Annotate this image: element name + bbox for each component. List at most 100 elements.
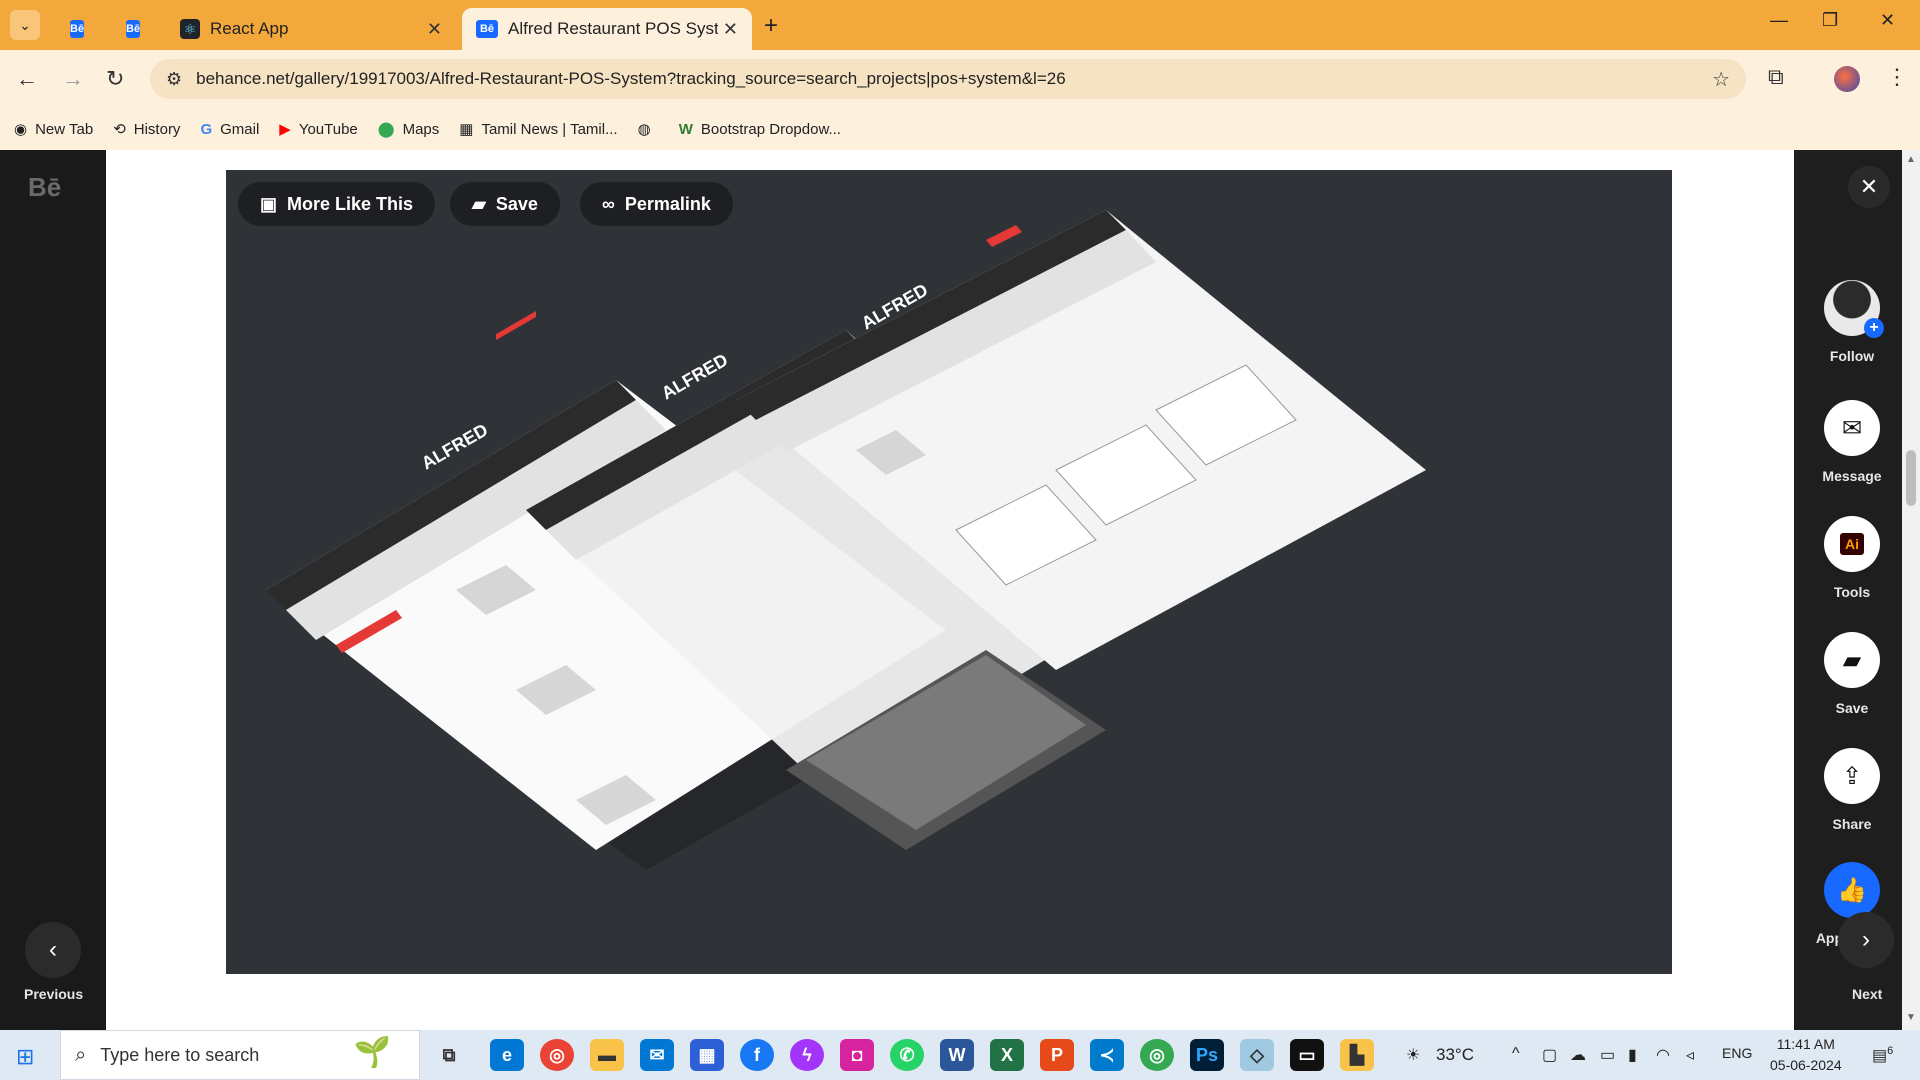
thumbs-up-icon[interactable]: 👍 (1824, 862, 1880, 918)
file-explorer-icon[interactable]: ▬ (590, 1039, 624, 1071)
bookmark-bootstrap[interactable]: W Bootstrap Dropdow... (679, 121, 841, 138)
system-clock[interactable]: 11:41 AM 05-06-2024 (1770, 1034, 1842, 1076)
plus-icon: + (1864, 318, 1884, 338)
page-scrollbar[interactable]: ▲ ▼ (1902, 150, 1920, 1030)
tab-alfred-pos[interactable]: Bē Alfred Restaurant POS System : ✕ (462, 8, 752, 50)
behance-icon: Bē (476, 20, 498, 38)
facebook-icon[interactable]: f (740, 1039, 774, 1071)
notification-icon[interactable]: ▤6 (1872, 1045, 1893, 1065)
globe-icon: ◉ (14, 121, 28, 138)
project-image: ▣ More Like This ▰ Save ∞ Permalink ALFR… (226, 170, 1672, 974)
behance-logo: Bē (28, 172, 62, 202)
instagram-icon[interactable]: ◘ (840, 1039, 874, 1071)
previous-label: Previous (24, 986, 84, 1002)
whatsapp-icon[interactable]: ✆ (890, 1039, 924, 1071)
chevron-left-icon: ‹ (49, 936, 57, 963)
windows-start-icon[interactable]: ⊞ (16, 1044, 34, 1070)
close-icon[interactable]: ✕ (723, 19, 738, 40)
site-info-icon[interactable]: ⚙ (166, 69, 182, 90)
task-view-icon[interactable]: ⧉ (432, 1039, 466, 1071)
language-indicator[interactable]: ENG (1722, 1045, 1752, 1061)
profile-avatar[interactable] (1834, 66, 1860, 92)
notes-icon[interactable]: ◇ (1240, 1039, 1274, 1071)
tools-action[interactable]: Ai Tools (1824, 516, 1880, 600)
vscode-icon[interactable]: ≺ (1090, 1039, 1124, 1071)
excel-icon[interactable]: X (990, 1039, 1024, 1071)
camera-icon[interactable]: ▢ (1542, 1045, 1557, 1065)
save-action[interactable]: ▰ Save (1824, 632, 1880, 716)
tab-behance-2[interactable]: Bē (112, 8, 156, 50)
terminal-icon[interactable]: ▭ (1290, 1039, 1324, 1071)
share-icon[interactable]: ⇪ (1824, 748, 1880, 804)
tab-behance-1[interactable]: Bē (56, 8, 100, 50)
weather-icon[interactable]: ☀ (1406, 1045, 1420, 1065)
onedrive-icon[interactable]: ☁ (1570, 1045, 1586, 1065)
reload-icon[interactable]: ↻ (106, 66, 124, 92)
close-icon: ✕ (1859, 174, 1879, 199)
tab-title: React App (210, 19, 289, 38)
word-icon[interactable]: W (940, 1039, 974, 1071)
bookmark-tamil-news[interactable]: ▦ Tamil News | Tamil... (459, 120, 617, 139)
creator-avatar[interactable]: + (1824, 280, 1884, 338)
follow-action[interactable]: + Follow (1824, 280, 1884, 364)
bookmark-star-icon[interactable]: ☆ (1712, 67, 1730, 92)
bookmark-maps[interactable]: ⬤ Maps (378, 120, 439, 139)
bookmark-history[interactable]: ⟲ History (113, 120, 180, 139)
google-icon: G (200, 120, 213, 138)
messenger-icon[interactable]: ϟ (790, 1039, 824, 1071)
chrome-icon[interactable]: ◎ (540, 1039, 574, 1071)
bookmark-globe[interactable]: ◍ (638, 120, 659, 138)
bookmark-new-tab[interactable]: ◉ New Tab (14, 120, 93, 139)
store-icon[interactable]: ▦ (690, 1039, 724, 1071)
history-icon: ⟲ (113, 121, 126, 138)
page-content: Bē ▣ More Like This ▰ Save ∞ Permalink A… (0, 150, 1920, 1030)
url-text[interactable]: behance.net/gallery/19917003/Alfred-Rest… (196, 69, 1066, 89)
clock-time: 11:41 AM (1776, 1036, 1835, 1052)
mail-icon[interactable]: ✉ (640, 1039, 674, 1071)
minimize-icon[interactable]: — (1770, 10, 1788, 31)
scrollbar-thumb[interactable] (1906, 450, 1916, 506)
chevron-right-icon: › (1862, 926, 1870, 953)
tab-search-button[interactable]: ⌄ (10, 10, 40, 40)
volume-icon[interactable]: ◃ (1686, 1045, 1694, 1065)
taskbar-search[interactable]: ⌕ Type here to search 🌱 (60, 1030, 420, 1080)
edge-icon[interactable]: e (490, 1039, 524, 1071)
search-placeholder: Type here to search (100, 1044, 260, 1065)
photoshop-icon[interactable]: Ps (1190, 1039, 1224, 1071)
previous-button[interactable]: ‹ (25, 922, 81, 978)
extensions-icon[interactable]: ⧉ (1768, 64, 1784, 90)
battery-icon[interactable]: ▮ (1628, 1045, 1637, 1065)
share-action[interactable]: ⇪ Share (1824, 748, 1880, 832)
close-icon[interactable]: ✕ (427, 19, 442, 40)
tab-react-app[interactable]: ⚛ React App ✕ (166, 8, 456, 50)
address-bar[interactable]: ⚙ behance.net/gallery/19917003/Alfred-Re… (150, 59, 1746, 99)
follow-label: Follow (1829, 348, 1875, 364)
message-action[interactable]: ✉ Message (1822, 400, 1882, 484)
presentation-icon[interactable]: P (1040, 1039, 1074, 1071)
chevron-up-icon[interactable]: ^ (1512, 1045, 1520, 1063)
w3-icon: W (678, 120, 693, 138)
envelope-icon[interactable]: ✉ (1824, 400, 1880, 456)
windows-taskbar: ⊞ ⌕ Type here to search 🌱 ⧉ e ◎ ▬ ✉ ▦ f … (0, 1030, 1920, 1080)
scroll-down-icon[interactable]: ▼ (1906, 1012, 1916, 1023)
next-button[interactable]: › (1838, 912, 1894, 968)
wifi-icon[interactable]: ◠ (1656, 1045, 1670, 1065)
bookmark-youtube[interactable]: ▶ YouTube (279, 120, 358, 139)
bookmark-gmail[interactable]: G Gmail (200, 121, 259, 138)
close-modal-button[interactable]: ✕ (1848, 166, 1890, 208)
scroll-up-icon[interactable]: ▲ (1906, 154, 1916, 165)
folder-icon[interactable]: ▰ (1824, 632, 1880, 688)
window-close-icon[interactable]: ✕ (1880, 10, 1895, 31)
forward-icon[interactable]: → (62, 66, 84, 92)
menu-kebab-icon[interactable]: ⋮ (1886, 64, 1908, 90)
weather-temp[interactable]: 33°C (1436, 1045, 1474, 1065)
behance-icon: Bē (70, 20, 85, 38)
tab-title: Alfred Restaurant POS System : (508, 19, 718, 38)
chrome-active-icon[interactable]: ◎ (1140, 1039, 1174, 1071)
folder-app-icon[interactable]: ▙ (1340, 1039, 1374, 1071)
new-tab-button[interactable]: + (764, 12, 778, 40)
restore-icon[interactable]: ❐ (1822, 10, 1838, 31)
display-icon[interactable]: ▭ (1600, 1045, 1615, 1065)
tools-button[interactable]: Ai (1824, 516, 1880, 572)
back-icon[interactable]: ← (16, 66, 38, 92)
